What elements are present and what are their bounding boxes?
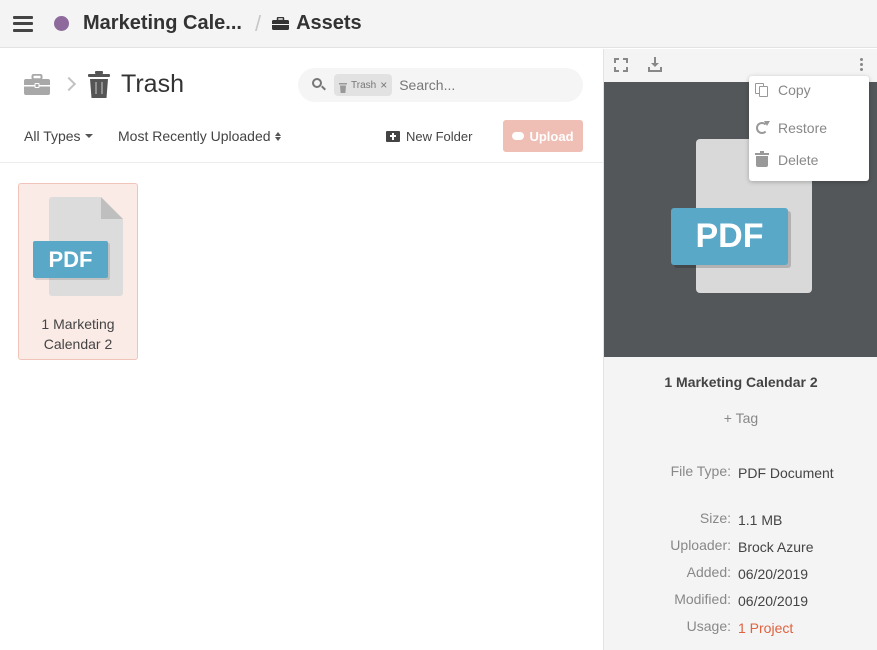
expand-icon[interactable] [614,58,628,72]
folder-plus-icon [386,130,400,142]
hamburger-menu-icon[interactable] [13,15,33,32]
caret-down-icon [84,134,93,138]
meta-label: Size: [699,510,731,526]
trash-icon [755,151,769,167]
meta-label: Modified: [674,591,731,607]
menu-item-label: Copy [778,82,811,98]
briefcase-icon [272,16,290,30]
upload-label: Upload [529,128,574,144]
meta-label: Usage: [686,618,731,634]
search-bar[interactable]: Trash × [298,68,583,102]
meta-value: 06/20/2019 [738,566,809,582]
search-filter-chip: Trash × [334,74,393,96]
folder-title: Trash [121,69,184,98]
detail-file-name: 1 Marketing Calendar 2 [664,374,818,390]
copy-icon [755,83,769,97]
add-tag-button[interactable]: + Tag [604,410,877,426]
search-icon [312,78,326,92]
trash-icon [339,80,347,93]
menu-item-copy[interactable]: Copy [749,76,869,104]
search-chip-label: Trash [351,79,377,91]
new-folder-label: New Folder [406,128,473,144]
project-color-dot [54,16,69,31]
meta-label: Uploader: [670,537,731,553]
more-options-icon[interactable] [860,58,864,71]
sort-label: Most Recently Uploaded [118,128,271,144]
chip-remove-icon[interactable]: × [380,78,387,92]
trash-icon [88,70,110,98]
new-folder-button[interactable]: New Folder [386,128,472,144]
sort-arrows-icon [274,131,281,141]
pdf-badge: PDF [671,208,788,265]
location-breadcrumb: Trash [24,69,184,99]
toolbar-divider [0,162,603,163]
file-tile[interactable]: PDF 1 Marketing Calendar 2 [18,183,138,360]
meta-value: PDF Document [738,465,834,481]
menu-item-delete[interactable]: Delete [749,146,869,174]
pdf-badge: PDF [33,241,108,278]
download-icon[interactable] [648,57,662,72]
breadcrumb-assets[interactable]: Assets [296,12,362,35]
meta-label: Added: [686,564,731,580]
upload-button[interactable]: Upload [503,120,583,152]
menu-item-label: Restore [778,120,828,136]
asset-browser: Trash Trash × All Types Most Recently Up… [0,49,603,650]
chevron-right-icon [61,76,77,92]
menu-item-restore[interactable]: Restore [749,114,869,142]
briefcase-icon[interactable] [24,73,50,95]
meta-value: 06/20/2019 [738,593,809,609]
breadcrumb-separator: / [254,10,262,36]
usage-link[interactable]: 1 Project [738,618,858,638]
meta-value: Brock Azure [738,539,814,555]
file-name: 1 Marketing Calendar 2 [41,316,115,352]
details-panel: PDF Copy Restore Delete 1 Marketing Cale… [603,49,877,650]
breadcrumb-project[interactable]: Marketing Cale... [83,12,242,35]
meta-value: 1.1 MB [738,512,783,528]
menu-item-label: Delete [778,152,819,168]
meta-label: File Type: [670,463,731,479]
context-menu: Copy Restore Delete [749,76,869,181]
restore-icon [755,121,770,135]
sort-dropdown[interactable]: Most Recently Uploaded [118,128,281,144]
search-input[interactable] [399,77,560,93]
toolbar: All Types Most Recently Uploaded New Fol… [0,120,603,162]
type-filter-label: All Types [24,128,81,144]
cloud-upload-icon [512,132,525,140]
type-filter-dropdown[interactable]: All Types [24,128,93,144]
top-bar: Marketing Cale... / Assets [0,0,877,48]
